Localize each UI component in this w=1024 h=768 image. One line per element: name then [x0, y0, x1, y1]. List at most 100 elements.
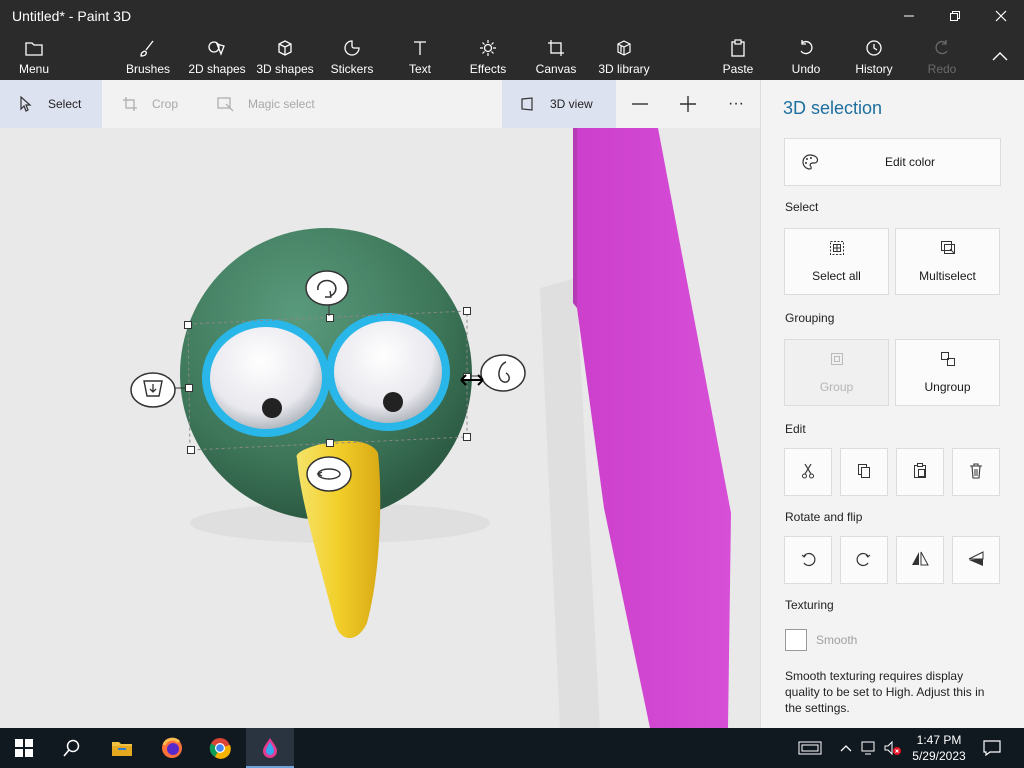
notification-icon — [983, 740, 1001, 756]
select-all-icon — [829, 240, 845, 259]
2d-shapes-button[interactable]: 2D shapes — [186, 32, 248, 80]
start-button[interactable] — [0, 728, 48, 768]
volume-button[interactable] — [880, 728, 904, 768]
undo-label: Undo — [791, 62, 821, 76]
3d-view-icon — [518, 94, 538, 114]
flip-vertical-button[interactable] — [952, 536, 1000, 584]
flip-vertical-icon — [967, 550, 985, 570]
flip-horizontal-icon — [911, 551, 929, 570]
handle-tl[interactable] — [184, 321, 192, 329]
3d-view-toggle[interactable]: 3D view — [502, 80, 616, 128]
stickers-button[interactable]: Stickers — [328, 32, 376, 80]
3d-shapes-label: 3D shapes — [256, 62, 314, 76]
chrome-button[interactable] — [196, 728, 244, 768]
file-explorer-button[interactable] — [98, 728, 146, 768]
redo-button[interactable]: Redo — [924, 32, 960, 80]
copy-button[interactable] — [840, 448, 888, 496]
depth-control[interactable] — [306, 456, 352, 492]
canvas-button[interactable]: Canvas — [534, 32, 578, 80]
rotate-left-button[interactable] — [784, 536, 832, 584]
handle-tr[interactable] — [463, 307, 471, 315]
paint3d-taskbar-button[interactable] — [246, 728, 294, 768]
effects-label: Effects — [469, 62, 507, 76]
magic-select-tool[interactable]: Magic select — [216, 80, 336, 128]
rotate-y-control[interactable] — [480, 354, 526, 392]
notifications-button[interactable] — [968, 728, 1016, 768]
restore-icon — [950, 11, 960, 21]
3d-shapes-button[interactable]: 3D shapes — [254, 32, 316, 80]
magenta-slab[interactable] — [577, 128, 731, 728]
3d-view-label: 3D view — [550, 97, 593, 111]
handle-top[interactable] — [326, 314, 334, 322]
rotate-left-icon — [800, 551, 816, 570]
taskbar: 1:47 PM 5/29/2023 — [0, 728, 1024, 768]
handle-bl[interactable] — [187, 446, 195, 454]
group-button[interactable]: Group — [784, 339, 889, 406]
firefox-icon — [162, 737, 182, 758]
grouping-section-label: Grouping — [785, 311, 835, 325]
clock-date: 5/29/2023 — [912, 749, 966, 763]
windows-icon — [15, 739, 33, 757]
multiselect-button[interactable]: Multiselect — [895, 228, 1000, 295]
rotate-x-control[interactable] — [305, 270, 349, 306]
select-tool[interactable]: Select — [0, 80, 102, 128]
select-all-label: Select all — [812, 269, 861, 283]
scene[interactable] — [0, 128, 760, 728]
history-button[interactable]: History — [852, 32, 896, 80]
selection-toolbar: Select Crop Magic select 3D view ··· — [0, 80, 760, 128]
canvas-label: Canvas — [535, 62, 577, 76]
edit-color-button[interactable]: Edit color — [784, 138, 1001, 186]
menu-button[interactable]: Menu — [10, 32, 58, 80]
flip-horizontal-button[interactable] — [896, 536, 944, 584]
task-view-button[interactable] — [786, 728, 834, 768]
handle-br[interactable] — [463, 433, 471, 441]
cursor-icon — [16, 94, 36, 114]
crop-icon — [120, 94, 140, 114]
clock[interactable]: 1:47 PM 5/29/2023 — [904, 732, 974, 764]
menu-label: Menu — [18, 62, 50, 76]
firefox-button[interactable] — [148, 728, 196, 768]
collapse-toolbar-button[interactable] — [986, 32, 1014, 80]
paste-panel-button[interactable] — [896, 448, 944, 496]
effects-button[interactable]: Effects — [466, 32, 510, 80]
text-button[interactable]: Text — [400, 32, 440, 80]
main-toolbar: Menu Brushes 2D shapes 3D shapes Sticker… — [0, 32, 1024, 80]
trash-icon — [969, 462, 983, 482]
paste-icon — [913, 462, 927, 482]
zoom-out-button[interactable] — [624, 80, 656, 128]
network-button[interactable] — [858, 728, 882, 768]
paint3d-icon — [263, 738, 277, 758]
sticker-icon — [342, 38, 362, 58]
smooth-checkbox[interactable] — [785, 629, 807, 651]
rotate-section-label: Rotate and flip — [785, 510, 863, 524]
close-button[interactable] — [978, 0, 1024, 32]
more-options-button[interactable]: ··· — [722, 80, 750, 128]
minimize-button[interactable] — [886, 0, 932, 32]
close-icon — [995, 10, 1007, 22]
undo-button[interactable]: Undo — [786, 32, 826, 80]
restore-button[interactable] — [932, 0, 978, 32]
3d-selection-panel: 3D selection Edit color Select Select al… — [760, 80, 1024, 728]
rotate-right-button[interactable] — [840, 536, 888, 584]
cut-button[interactable] — [784, 448, 832, 496]
ungroup-label: Ungroup — [924, 380, 971, 394]
crop-tool[interactable]: Crop — [120, 80, 200, 128]
network-icon — [861, 741, 875, 755]
rotate-z-control[interactable] — [130, 372, 176, 408]
canvas-workspace[interactable] — [0, 128, 760, 728]
show-hidden-icons-button[interactable] — [834, 728, 858, 768]
search-button[interactable] — [48, 728, 96, 768]
panel-title: 3D selection — [783, 98, 883, 118]
select-all-button[interactable]: Select all — [784, 228, 889, 295]
paste-button[interactable]: Paste — [718, 32, 758, 80]
brushes-button[interactable]: Brushes — [122, 32, 174, 80]
3d-library-button[interactable]: 3D library — [596, 32, 652, 80]
plus-icon — [680, 96, 696, 112]
ungroup-button[interactable]: Ungroup — [895, 339, 1000, 406]
delete-button[interactable] — [952, 448, 1000, 496]
ungroup-icon — [940, 351, 956, 370]
zoom-in-button[interactable] — [672, 80, 704, 128]
sun-icon — [478, 38, 498, 58]
handle-bottom[interactable] — [326, 439, 334, 447]
handle-left[interactable] — [185, 384, 193, 392]
